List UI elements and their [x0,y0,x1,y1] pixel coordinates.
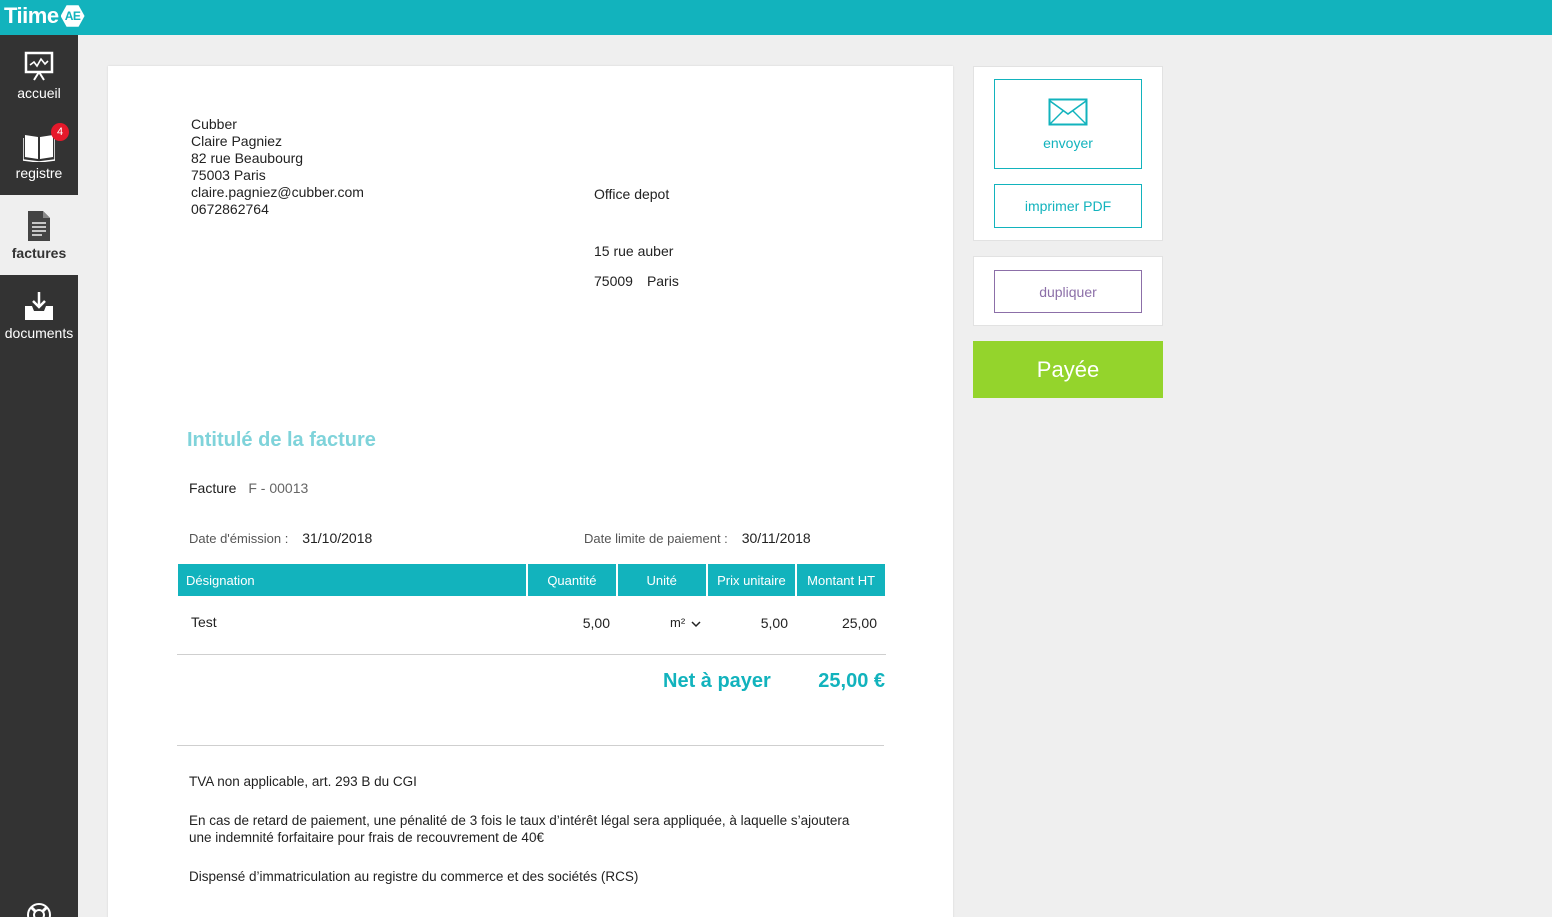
chevron-down-icon [691,621,701,627]
unit-select-value: m² [670,615,686,630]
divider [177,745,884,746]
row-quantite[interactable]: 5,00 [583,615,610,631]
row-designation[interactable]: Test [191,614,217,630]
column-header-designation: Désignation [178,564,527,596]
invoice-number: F - 00013 [248,480,309,496]
invoice-title-input[interactable]: Intitulé de la facture [187,429,376,452]
emission-date-label: Date d'émission : [189,531,289,546]
unit-select[interactable]: m² [670,615,701,630]
presentation-chart-icon [23,49,55,83]
sender-email: claire.pagniez@cubber.com [191,184,364,200]
book-icon: 4 [23,123,69,163]
table-row: Test 5,00 m² 5,00 25,00 [178,614,885,634]
sender-company: Cubber [191,116,237,132]
recipient-city: Paris [646,273,679,289]
due-date-line: Date limite de paiement : 30/11/2018 [584,530,811,546]
net-a-payer-label: Net à payer [663,670,771,692]
send-button-label: envoyer [1043,134,1093,151]
top-bar: Tiime AE [0,0,1552,35]
items-table-header: Désignation Quantité Unité Prix unitaire… [178,564,886,596]
divider [177,654,886,655]
sender-city: 75003 Paris [191,167,266,183]
sidebar-item-factures[interactable]: factures [0,195,78,275]
recipient-street[interactable]: 15 rue auber [594,243,673,259]
row-montant-ht: 25,00 [841,615,877,631]
due-date-value[interactable]: 30/11/2018 [742,530,811,546]
sender-name: Claire Pagniez [191,133,283,149]
paid-status-button[interactable]: Payée [973,341,1163,398]
recipient-name[interactable]: Office depot [594,186,669,202]
sender-address: Cubber Claire Pagniez 82 rue Beaubourg 7… [191,116,364,218]
inbox-download-icon [23,289,55,323]
recipient-postal-code: 75009 [594,273,633,289]
invoice-number-line: Facture F - 00013 [189,480,308,496]
send-actions-panel: envoyer imprimer PDF [973,66,1163,241]
sidebar-item-label: factures [11,245,67,261]
logo-badge: AE [60,5,85,27]
lifebuoy-icon[interactable] [26,902,52,917]
sidebar-item-label: registre [15,165,63,181]
print-pdf-button[interactable]: imprimer PDF [994,184,1142,228]
sidebar-item-label: accueil [17,85,61,101]
app-logo[interactable]: Tiime AE [4,2,85,30]
duplicate-panel: dupliquer [973,256,1163,326]
legal-mention-rcs: Dispensé d’immatriculation au registre d… [189,869,639,884]
due-date-label: Date limite de paiement : [584,531,728,546]
column-header-montant-ht: Montant HT [797,564,886,596]
send-button[interactable]: envoyer [994,79,1142,169]
recipient-city-line[interactable]: 75009 Paris [594,273,679,289]
emission-date-line: Date d'émission : 31/10/2018 [189,530,372,546]
duplicate-button[interactable]: dupliquer [994,270,1142,313]
sidebar-item-label: documents [4,325,74,341]
column-header-prix-unitaire: Prix unitaire [707,564,796,596]
column-header-unite: Unité [617,564,706,596]
document-icon [26,209,52,243]
net-a-payer-value: 25,00 € [818,670,885,692]
sender-phone: 0672862764 [191,201,269,217]
row-prix-unitaire[interactable]: 5,00 [761,615,788,631]
envelope-icon [1048,98,1088,129]
legal-mention-tva: TVA non applicable, art. 293 B du CGI [189,774,417,789]
facture-label: Facture [189,480,237,496]
emission-date-value[interactable]: 31/10/2018 [302,530,372,546]
sidebar-item-accueil[interactable]: accueil [0,35,78,115]
sidebar-item-registre[interactable]: 4 registre [0,115,78,195]
sidebar: accueil 4 registre factures documents [0,35,78,917]
notification-badge: 4 [51,123,69,141]
invoice-paper: Cubber Claire Pagniez 82 rue Beaubourg 7… [108,66,953,917]
sender-street: 82 rue Beaubourg [191,150,304,166]
column-header-quantite: Quantité [528,564,616,596]
sidebar-item-documents[interactable]: documents [0,275,78,355]
logo-text: Tiime [4,3,59,28]
legal-mention-penalty: En cas de retard de paiement, une pénali… [189,813,850,845]
